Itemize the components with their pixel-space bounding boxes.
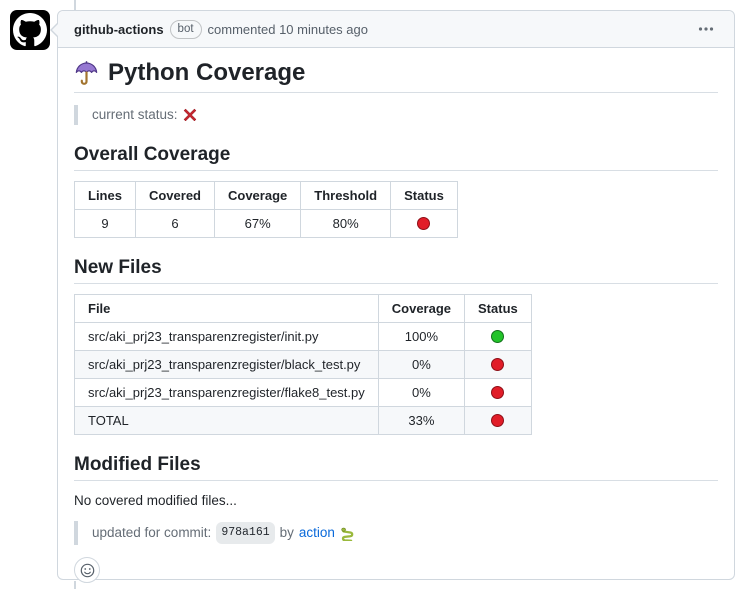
kebab-menu-button[interactable] [694,17,718,41]
umbrella-icon [74,60,99,87]
status-dot-icon [491,386,504,399]
overall-coverage-heading: Overall Coverage [74,143,718,171]
by-label: by [280,524,294,542]
report-title-text: Python Coverage [108,58,305,88]
total-coverage: 33% [378,407,464,435]
covered-value: 6 [135,210,214,238]
overall-coverage-table: Lines Covered Coverage Threshold Status … [74,181,458,238]
new-files-table: File Coverage Status src/aki_prj23_trans… [74,294,532,435]
status-dot-icon [491,414,504,427]
new-files-heading: New Files [74,256,718,284]
col-header-threshold: Threshold [301,182,391,210]
status-dot-icon [491,330,504,343]
col-header-file: File [75,295,379,323]
status-dot-icon [491,358,504,371]
github-actions-avatar[interactable] [10,10,50,50]
cross-mark-icon [183,108,197,122]
current-status-quote: current status: [74,105,718,125]
table-row-total: TOTAL 33% [75,407,532,435]
commit-note-quote: updated for commit: 978a161 by action [74,521,718,545]
table-row: 9 6 67% 80% [75,210,458,238]
comment-author[interactable]: github-actions [74,22,164,37]
col-header-covered: Covered [135,182,214,210]
file-path: src/aki_prj23_transparenzregister/black_… [75,351,379,379]
add-reaction-button[interactable] [74,557,100,583]
modified-files-heading: Modified Files [74,453,718,481]
comment-card: github-actions bot commented 10 minutes … [57,10,735,580]
table-row: src/aki_prj23_transparenzregister/flake8… [75,379,532,407]
table-row: src/aki_prj23_transparenzregister/black_… [75,351,532,379]
comment-header: github-actions bot commented 10 minutes … [58,11,734,48]
file-path: src/aki_prj23_transparenzregister/flake8… [75,379,379,407]
file-coverage: 100% [378,323,464,351]
action-link[interactable]: action [299,524,335,542]
report-title: Python Coverage [74,58,718,93]
col-header-lines: Lines [75,182,136,210]
issue-timeline: github-actions bot commented 10 minutes … [0,0,741,589]
status-dot-icon [417,217,430,230]
col-header-status: Status [391,182,458,210]
col-header-coverage: Coverage [215,182,301,210]
file-path: src/aki_prj23_transparenzregister/init.p… [75,323,379,351]
snake-icon [340,526,355,541]
bot-badge: bot [170,20,202,39]
col-header-coverage: Coverage [378,295,464,323]
col-header-status: Status [465,295,532,323]
threshold-value: 80% [301,210,391,238]
comment-timestamp[interactable]: commented 10 minutes ago [208,22,368,37]
smiley-icon [80,563,95,578]
comment-body: Python Coverage current status: Overall … [58,48,734,589]
no-modified-files-text: No covered modified files... [74,493,718,508]
commit-sha: 978a161 [216,522,274,544]
total-label: TOTAL [75,407,379,435]
coverage-value: 67% [215,210,301,238]
current-status-label: current status: [92,106,178,124]
commit-note-label: updated for commit: [92,524,211,542]
table-row: src/aki_prj23_transparenzregister/init.p… [75,323,532,351]
file-coverage: 0% [378,351,464,379]
timeline-line-top [74,0,76,10]
file-coverage: 0% [378,379,464,407]
lines-value: 9 [75,210,136,238]
octocat-icon [13,13,47,47]
kebab-horizontal-icon [698,21,714,37]
